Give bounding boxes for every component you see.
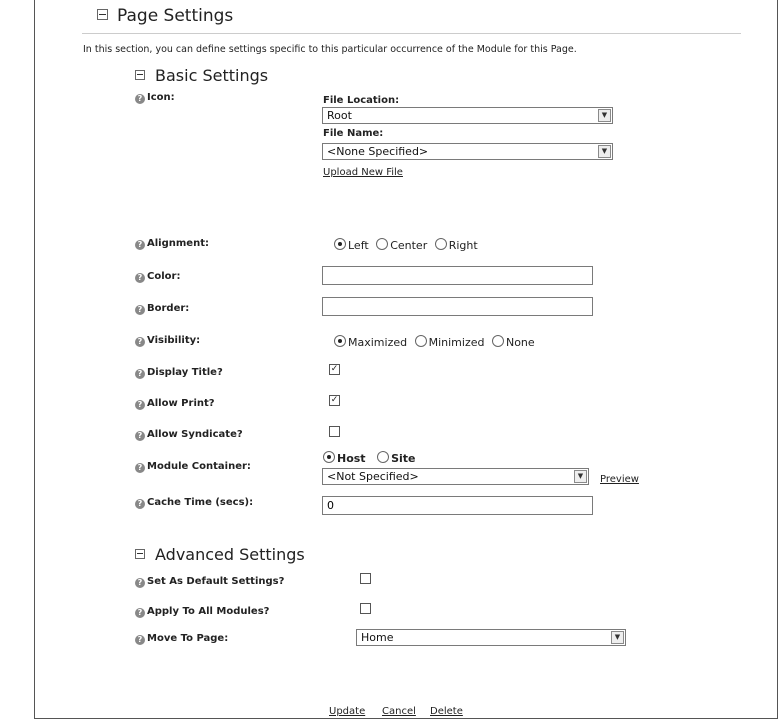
alignment-right-label: Right xyxy=(448,239,478,252)
dropdown-arrow-icon[interactable]: ▼ xyxy=(598,109,611,122)
dropdown-arrow-icon[interactable]: ▼ xyxy=(574,470,587,483)
help-icon[interactable]: ? xyxy=(135,608,145,618)
help-icon[interactable]: ? xyxy=(135,305,145,315)
upload-new-file-link[interactable]: Upload New File xyxy=(323,167,403,178)
allow-print-label: Allow Print? xyxy=(147,398,215,409)
basic-settings-header[interactable]: Basic Settings xyxy=(135,66,268,85)
border-row: ? Border: xyxy=(135,303,189,315)
container-radio-group: Host Site xyxy=(323,451,416,465)
file-location-select[interactable]: Root ▼ xyxy=(322,107,613,124)
visibility-label: Visibility: xyxy=(147,335,201,346)
allow-syndicate-label: Allow Syndicate? xyxy=(147,429,243,440)
display-title-checkbox[interactable]: ✓ xyxy=(329,364,340,375)
help-icon[interactable]: ? xyxy=(135,578,145,588)
border-input[interactable] xyxy=(322,297,593,316)
alignment-left-label: Left xyxy=(348,239,369,252)
help-icon[interactable]: ? xyxy=(135,240,145,250)
preview-link[interactable]: Preview xyxy=(600,474,639,485)
module-container-label: Module Container: xyxy=(147,461,251,472)
apply-all-label: Apply To All Modules? xyxy=(147,606,270,617)
alignment-row: ? Alignment: xyxy=(135,238,209,250)
move-to-page-select[interactable]: Home ▼ xyxy=(356,629,626,646)
dropdown-arrow-icon[interactable]: ▼ xyxy=(611,631,624,644)
cache-time-label: Cache Time (secs): xyxy=(147,497,254,508)
default-settings-row: ? Set As Default Settings? xyxy=(135,576,284,588)
display-title-row: ? Display Title? xyxy=(135,367,223,379)
alignment-label: Alignment: xyxy=(147,238,209,249)
alignment-left-radio[interactable] xyxy=(334,238,346,250)
help-icon[interactable]: ? xyxy=(135,431,145,441)
icon-label: Icon: xyxy=(147,92,175,103)
alignment-radio-group: Left Center Right xyxy=(334,238,478,252)
move-to-page-row: ? Move To Page: xyxy=(135,633,228,645)
container-host-radio[interactable] xyxy=(323,451,335,463)
visibility-maximized-radio[interactable] xyxy=(334,335,346,347)
help-icon[interactable]: ? xyxy=(135,635,145,645)
container-site-radio[interactable] xyxy=(377,451,390,463)
page-settings-title: Page Settings xyxy=(117,6,234,26)
visibility-minimized-label: Minimized xyxy=(428,336,485,349)
move-to-page-label: Move To Page: xyxy=(147,633,229,644)
container-host-label: Host xyxy=(337,452,366,465)
allow-syndicate-row: ? Allow Syndicate? xyxy=(135,429,243,441)
cache-time-row: ? Cache Time (secs): xyxy=(135,497,253,509)
header-divider xyxy=(82,33,741,34)
move-to-page-value: Home xyxy=(361,631,394,644)
icon-label-row: ? Icon: xyxy=(135,92,175,104)
basic-settings-title: Basic Settings xyxy=(155,66,269,85)
help-icon[interactable]: ? xyxy=(135,94,145,104)
intro-text: In this section, you can define settings… xyxy=(83,44,577,55)
help-icon[interactable]: ? xyxy=(135,499,145,509)
dropdown-arrow-icon[interactable]: ▼ xyxy=(598,145,611,158)
module-container-value: <Not Specified> xyxy=(327,470,419,483)
collapse-icon[interactable] xyxy=(97,9,108,20)
file-location-value: Root xyxy=(327,109,352,122)
cancel-link[interactable]: Cancel xyxy=(382,706,416,717)
file-name-select[interactable]: <None Specified> ▼ xyxy=(322,143,613,160)
module-container-select[interactable]: <Not Specified> ▼ xyxy=(322,468,589,485)
collapse-icon[interactable] xyxy=(135,70,145,80)
color-row: ? Color: xyxy=(135,271,180,283)
default-settings-checkbox[interactable] xyxy=(360,573,371,584)
advanced-settings-title: Advanced Settings xyxy=(155,545,305,564)
help-icon[interactable]: ? xyxy=(135,400,145,410)
help-icon[interactable]: ? xyxy=(135,463,145,473)
border-label: Border: xyxy=(147,303,190,314)
file-name-label: File Name: xyxy=(323,128,384,139)
container-site-label: Site xyxy=(391,452,416,465)
module-container-row: ? Module Container: xyxy=(135,461,251,473)
apply-all-checkbox[interactable] xyxy=(360,603,371,614)
visibility-maximized-label: Maximized xyxy=(348,336,408,349)
cache-time-input[interactable]: 0 xyxy=(322,496,593,515)
file-location-label: File Location: xyxy=(323,95,400,106)
advanced-settings-header[interactable]: Advanced Settings xyxy=(135,545,305,564)
visibility-minimized-radio[interactable] xyxy=(414,335,427,347)
allow-print-checkbox[interactable]: ✓ xyxy=(329,395,340,406)
allow-print-row: ? Allow Print? xyxy=(135,398,215,410)
allow-syndicate-checkbox[interactable] xyxy=(329,426,340,437)
collapse-icon[interactable] xyxy=(135,549,145,559)
help-icon[interactable]: ? xyxy=(135,369,145,379)
apply-all-row: ? Apply To All Modules? xyxy=(135,606,269,618)
display-title-label: Display Title? xyxy=(147,367,223,378)
delete-link[interactable]: Delete xyxy=(430,706,463,717)
visibility-row: ? Visibility: xyxy=(135,335,200,347)
file-name-value: <None Specified> xyxy=(327,145,429,158)
color-input[interactable] xyxy=(322,266,593,285)
alignment-center-label: Center xyxy=(390,239,428,252)
update-link[interactable]: Update xyxy=(329,706,365,717)
color-label: Color: xyxy=(147,271,181,282)
default-settings-label: Set As Default Settings? xyxy=(147,576,285,587)
visibility-none-label: None xyxy=(505,336,535,349)
alignment-center-radio[interactable] xyxy=(376,238,389,250)
visibility-none-radio[interactable] xyxy=(491,335,504,347)
visibility-radio-group: Maximized Minimized None xyxy=(334,335,535,349)
help-icon[interactable]: ? xyxy=(135,337,145,347)
page-settings-header[interactable]: Page Settings xyxy=(97,6,233,26)
alignment-right-radio[interactable] xyxy=(434,238,447,250)
help-icon[interactable]: ? xyxy=(135,273,145,283)
